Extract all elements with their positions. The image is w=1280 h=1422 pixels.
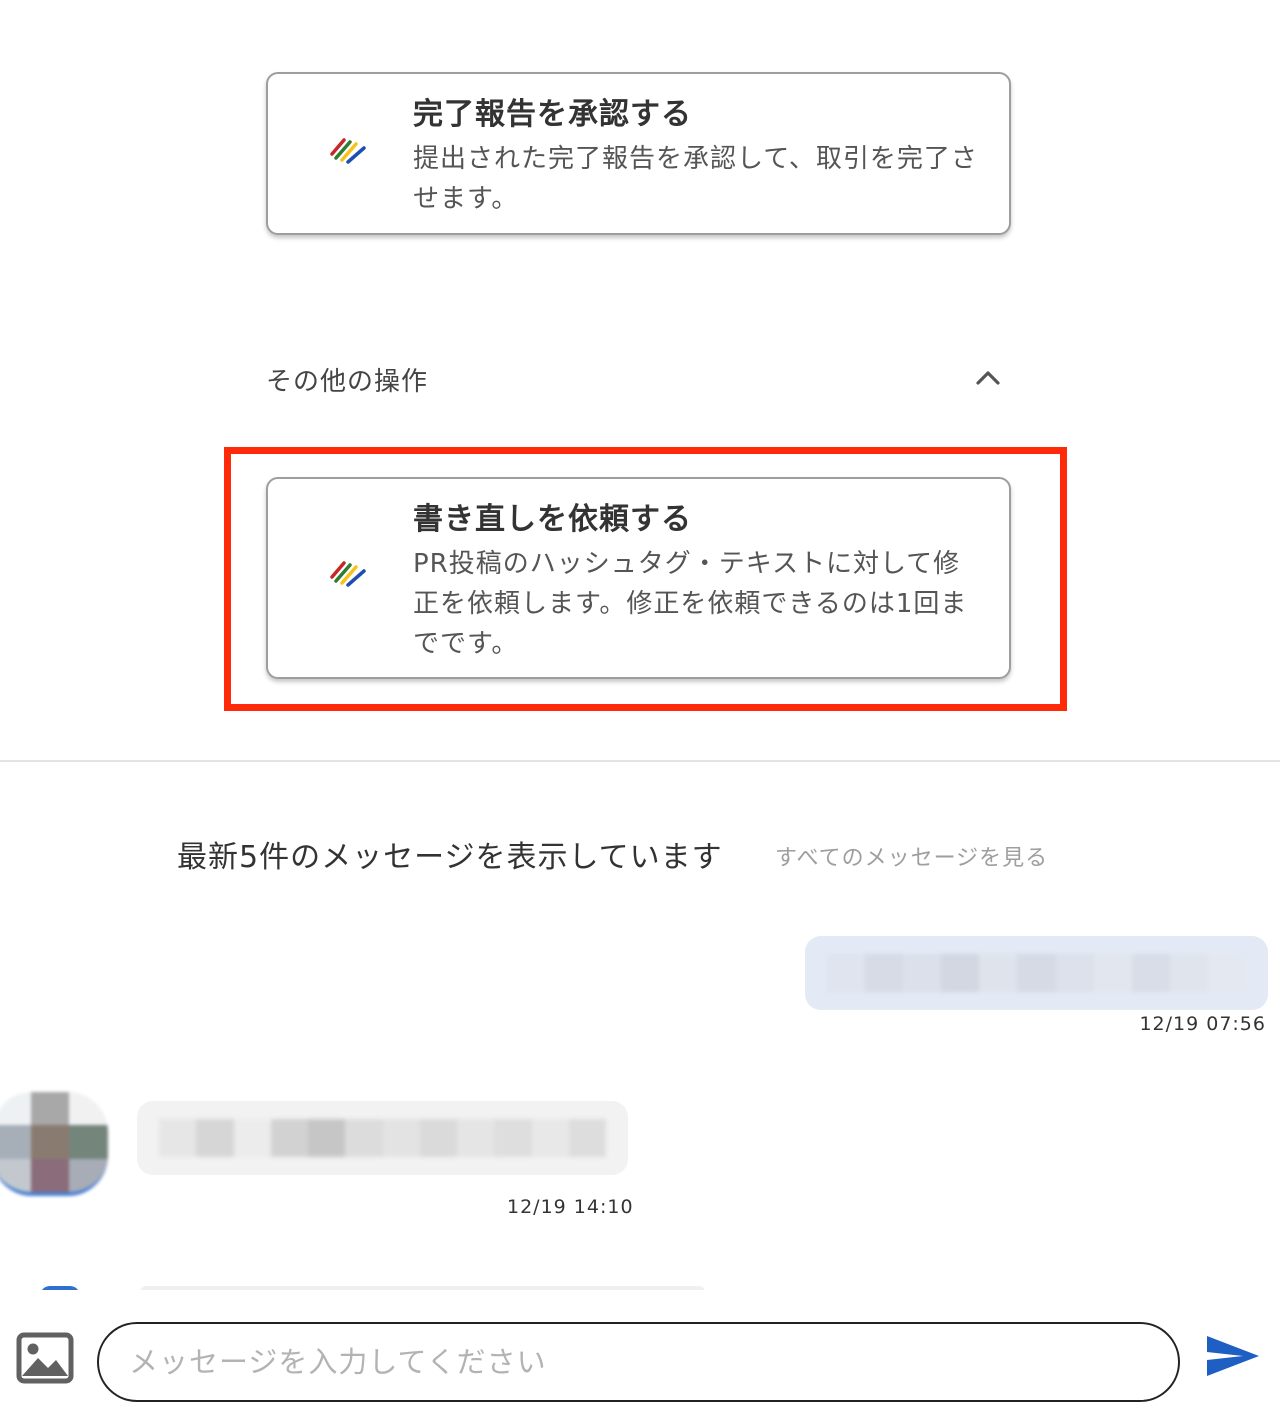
message-input[interactable] — [97, 1322, 1180, 1402]
approve-completion-card[interactable]: 完了報告を承認する 提出された完了報告を承認して、取引を完了させます。 — [266, 72, 1011, 235]
see-all-messages-link[interactable]: すべてのメッセージを見る — [775, 840, 1048, 872]
message-bubble-incoming — [137, 1101, 628, 1175]
message-timestamp: 12/19 07:56 — [1139, 1013, 1266, 1035]
blurred-message-content — [159, 1119, 606, 1157]
recent-messages-label: 最新5件のメッセージを表示しています — [177, 840, 723, 875]
message-composer — [0, 1290, 1280, 1422]
send-icon[interactable] — [1205, 1332, 1261, 1380]
rewrite-card-title: 書き直しを依頼する — [413, 502, 692, 537]
brand-stripes-icon — [330, 138, 366, 164]
request-rewrite-card[interactable]: 書き直しを依頼する PR投稿のハッシュタグ・テキストに対して修正を依頼します。修… — [266, 477, 1011, 679]
section-divider — [0, 760, 1280, 762]
brand-stripes-icon — [330, 561, 366, 587]
other-operations-toggle[interactable]: その他の操作 — [266, 355, 1011, 403]
message-timestamp: 12/19 14:10 — [507, 1196, 634, 1218]
blurred-message-content — [827, 954, 1247, 992]
avatar[interactable] — [0, 1092, 108, 1196]
other-operations-label: その他の操作 — [266, 367, 429, 397]
rewrite-card-description: PR投稿のハッシュタグ・テキストに対して修正を依頼します。修正を依頼できるのは1… — [413, 549, 968, 659]
image-icon[interactable] — [16, 1332, 74, 1384]
chevron-up-icon — [976, 371, 1000, 385]
approve-card-description: 提出された完了報告を承認して、取引を完了させます。 — [413, 144, 978, 214]
message-bubble-outgoing — [805, 936, 1268, 1010]
approve-card-title: 完了報告を承認する — [413, 97, 692, 132]
